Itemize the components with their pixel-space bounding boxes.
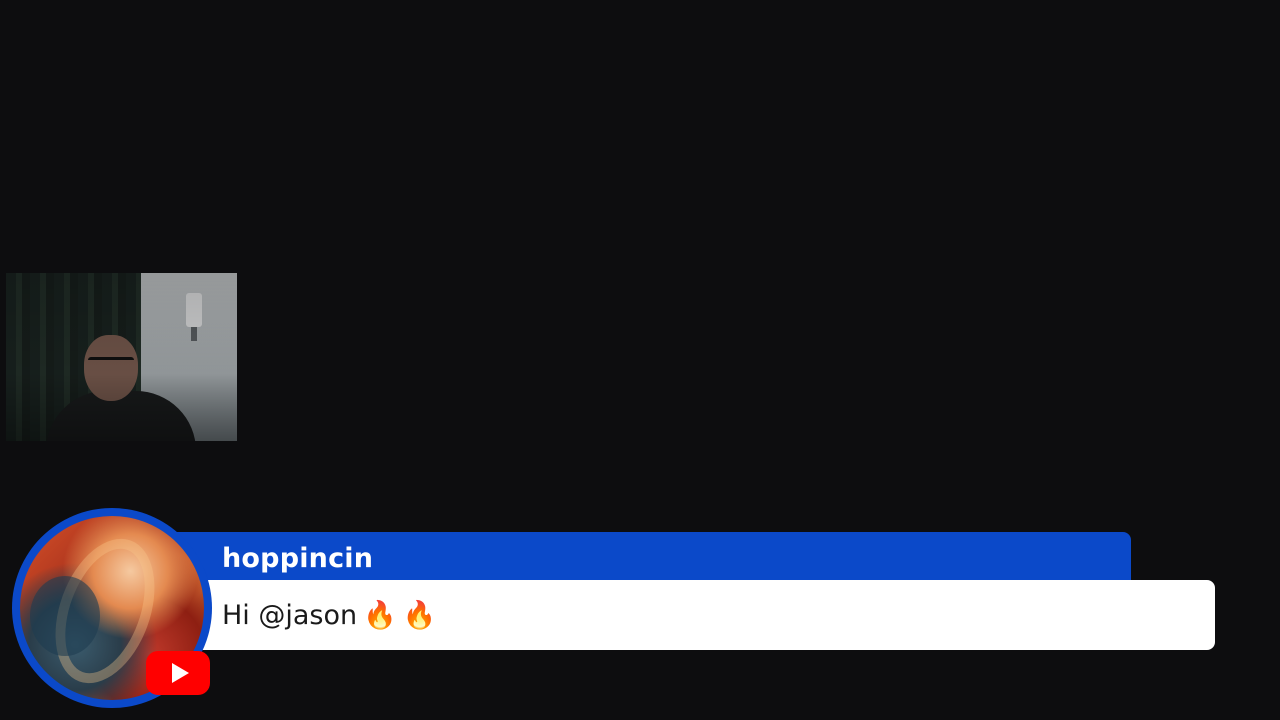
chat-message-box: Hi @jason 🔥 🔥 [150, 580, 1215, 650]
chat-username: hoppincin [222, 542, 374, 574]
fire-emoji-icon: 🔥 [363, 600, 397, 631]
stream-stage: hoppincin Hi @jason 🔥 🔥 [0, 0, 1280, 720]
webcam-feed [6, 273, 237, 441]
fire-emoji-icon: 🔥 [402, 600, 437, 631]
play-triangle-icon [171, 663, 189, 683]
avatar-art-stroke [30, 576, 100, 656]
chat-message-text: Hi @jason [222, 599, 358, 631]
chat-name-bar: hoppincin [150, 532, 1131, 584]
youtube-icon [146, 651, 210, 695]
video-shade [6, 273, 237, 441]
